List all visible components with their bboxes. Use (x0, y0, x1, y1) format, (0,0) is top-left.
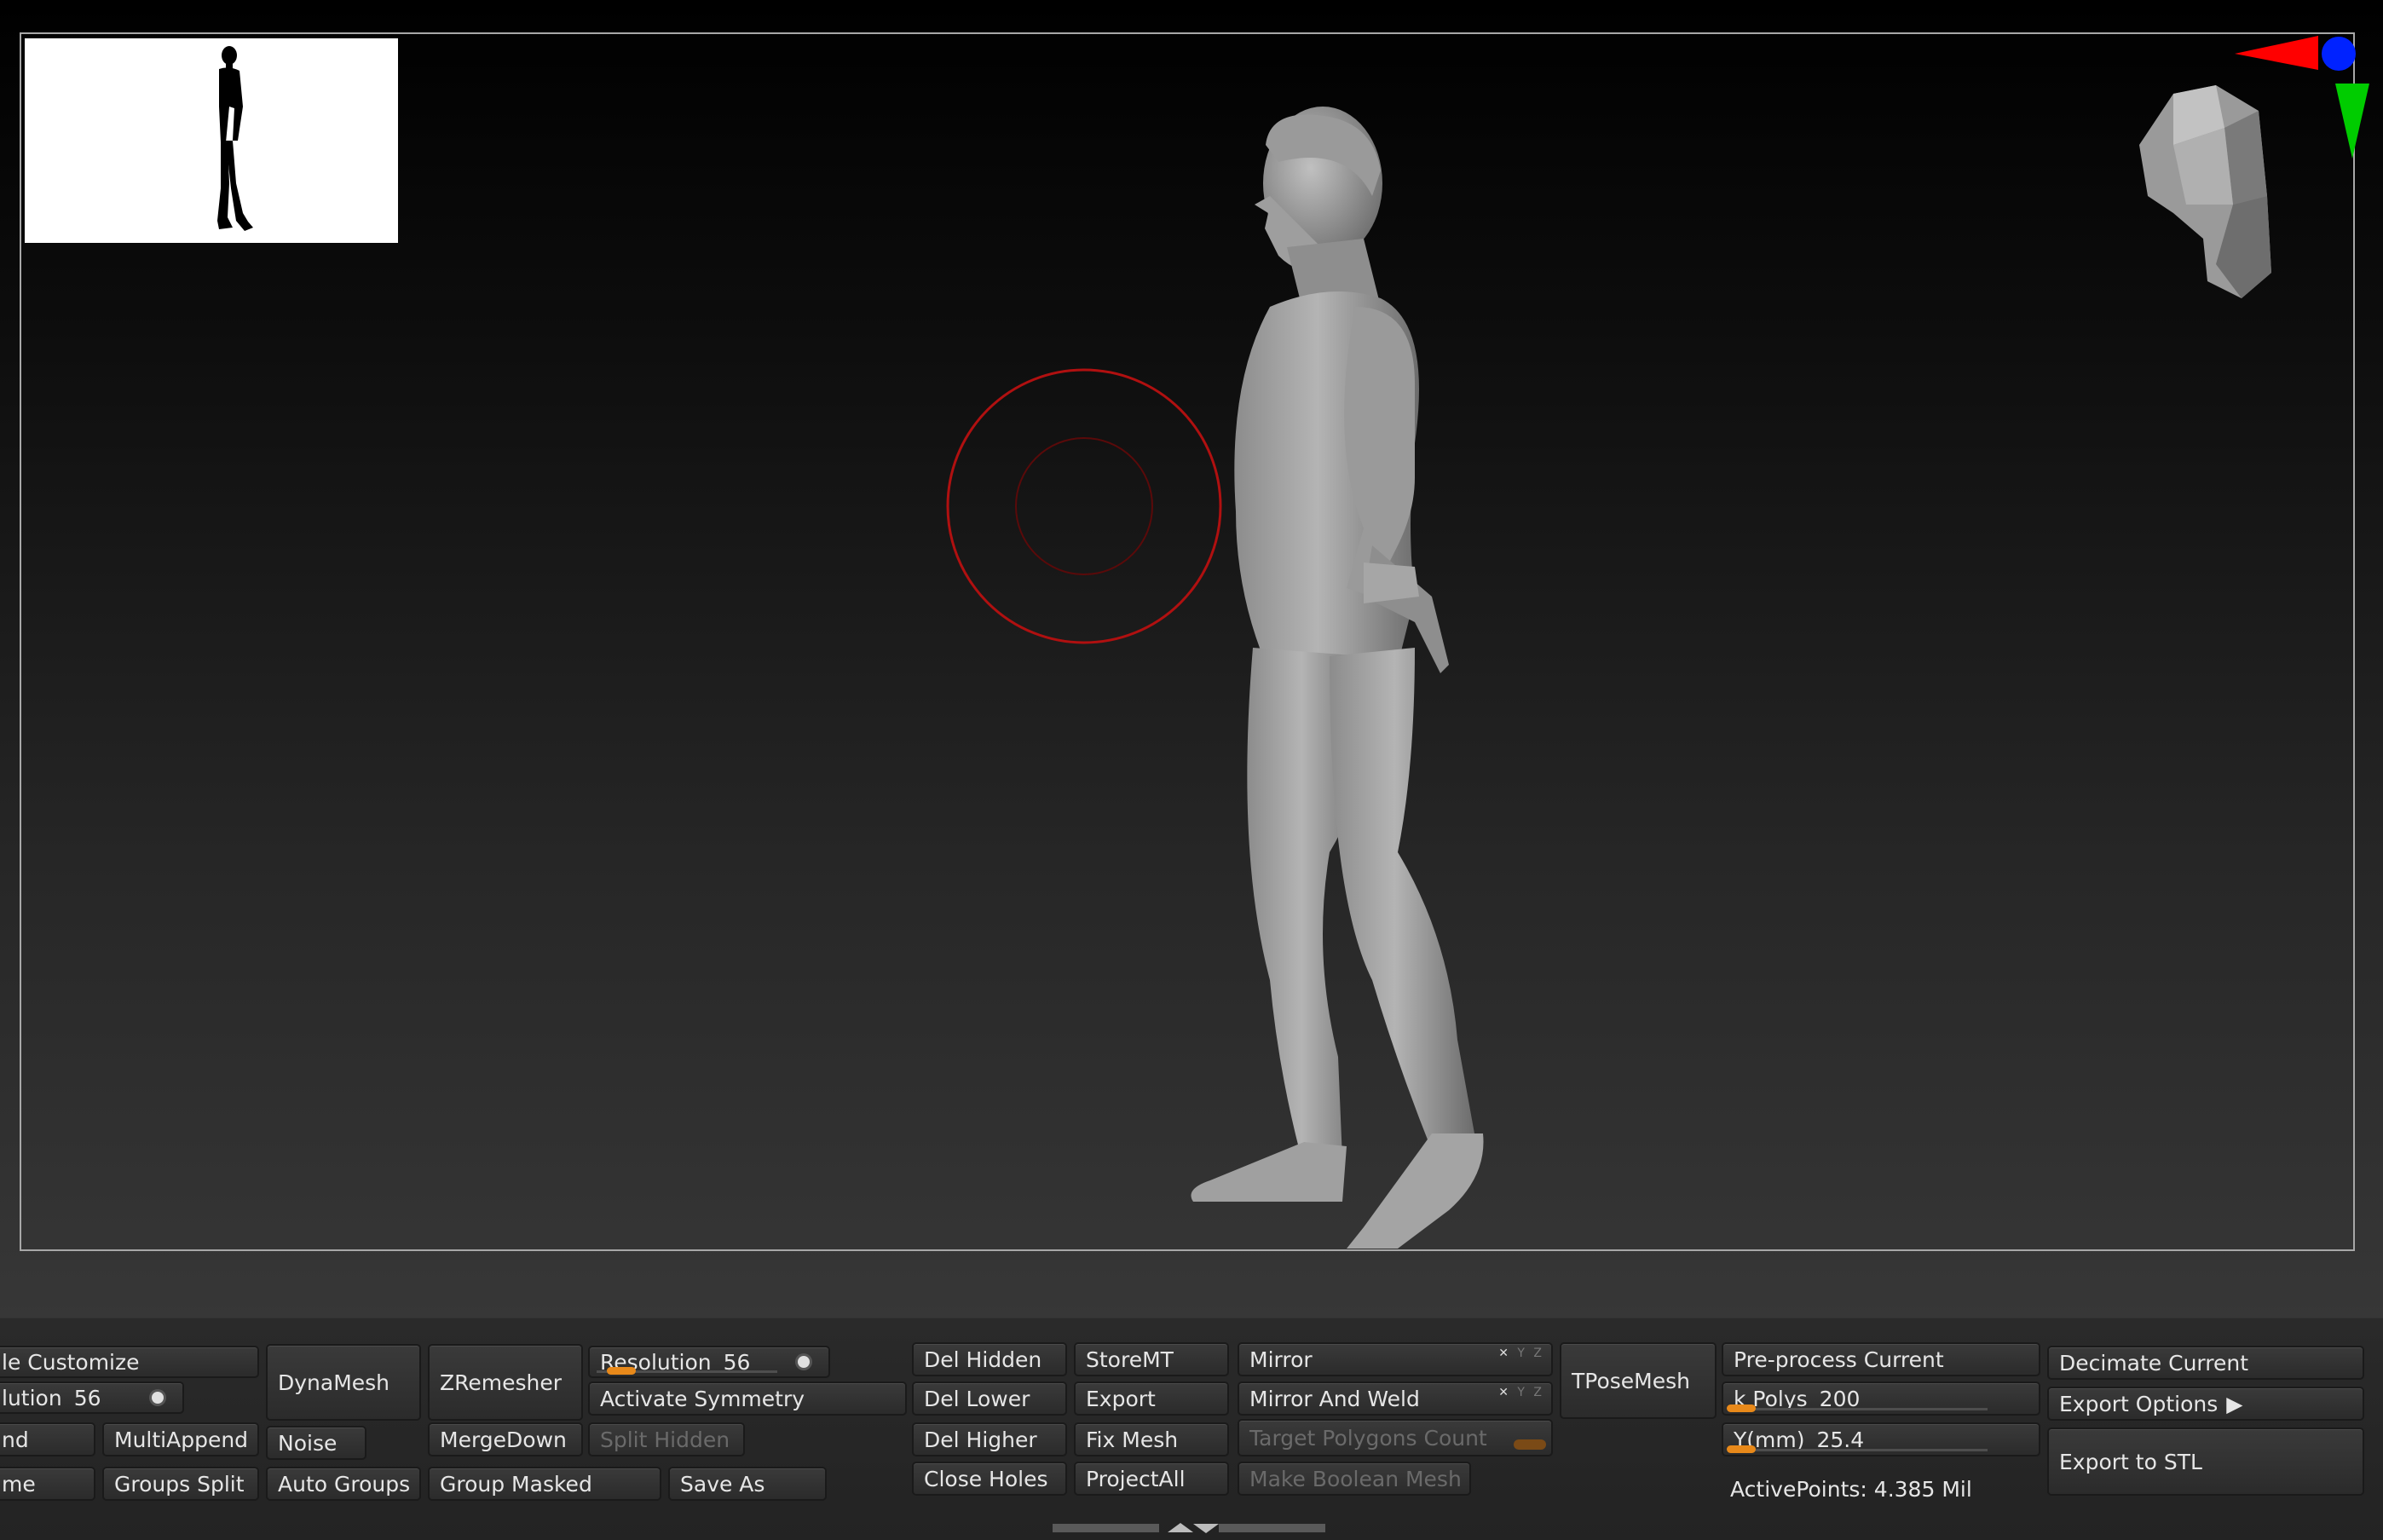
resolution-slider[interactable]: Resolution 56 (588, 1346, 830, 1378)
export-to-stl-button[interactable]: Export to STL (2047, 1428, 2364, 1496)
export-options-button[interactable]: Export Options ▶ (2047, 1387, 2364, 1421)
del-higher-button[interactable]: Del Higher (912, 1422, 1067, 1456)
del-lower-label: Del Lower (924, 1386, 1030, 1411)
preprocess-current-label: Pre-process Current (1734, 1347, 1944, 1372)
mergedown-label: MergeDown (440, 1427, 567, 1452)
resolution-left-value: 56 (73, 1385, 101, 1410)
active-points-readout: ActivePoints: 4.385 Mil (1730, 1477, 1972, 1502)
resolution-value: 56 (723, 1349, 751, 1375)
noise-label: Noise (278, 1430, 338, 1456)
mirror-label: Mirror (1249, 1347, 1313, 1372)
make-boolean-mesh-label: Make Boolean Mesh (1249, 1466, 1462, 1491)
multiappend-button[interactable]: MultiAppend (102, 1422, 259, 1456)
decimate-current-label: Decimate Current (2059, 1350, 2249, 1376)
export-to-stl-label: Export to STL (2059, 1449, 2202, 1474)
del-higher-label: Del Higher (924, 1427, 1037, 1452)
resolution-slider-left[interactable]: lution 56 (0, 1381, 184, 1414)
axis-xyz-icon: ✕ Y Z (1498, 1347, 1544, 1360)
tposemesh-button[interactable]: TPoseMesh (1560, 1342, 1717, 1419)
axis-xyz-icon: ✕ Y Z (1498, 1386, 1544, 1399)
export-label: Export (1086, 1386, 1156, 1411)
rename-label: me (2, 1471, 36, 1497)
close-holes-label: Close Holes (924, 1466, 1048, 1491)
storemt-label: StoreMT (1086, 1347, 1174, 1372)
triangle-right-icon: ▶ (2226, 1391, 2243, 1416)
activate-symmetry-button[interactable]: Activate Symmetry (588, 1381, 907, 1416)
mirror-button[interactable]: Mirror ✕ Y Z (1238, 1342, 1553, 1376)
resolution-fill (607, 1367, 636, 1375)
axis-arrows-icon[interactable] (2224, 26, 2378, 170)
ymm-track (1730, 1449, 1988, 1451)
kpolys-fill (1727, 1404, 1756, 1412)
slider-knob-icon (152, 1392, 164, 1404)
brush-cursor-icon (946, 368, 1222, 644)
kpolys-track (1730, 1408, 1988, 1410)
del-hidden-label: Del Hidden (924, 1347, 1042, 1372)
append-label: nd (2, 1427, 29, 1452)
auto-groups-button[interactable]: Auto Groups (266, 1467, 421, 1501)
auto-groups-label: Auto Groups (278, 1471, 411, 1497)
append-button[interactable]: nd (0, 1422, 95, 1456)
ymm-fill (1727, 1445, 1756, 1453)
target-polygons-knob (1514, 1439, 1546, 1450)
storemt-button[interactable]: StoreMT (1074, 1342, 1229, 1376)
decimate-current-button[interactable]: Decimate Current (2047, 1346, 2364, 1380)
export-button[interactable]: Export (1074, 1381, 1229, 1416)
tray-handle-icon[interactable] (1053, 1520, 1325, 1537)
dynamesh-button[interactable]: DynaMesh (266, 1344, 421, 1421)
target-polygons-count-slider[interactable]: Target Polygons Count (1238, 1419, 1553, 1456)
mirror-and-weld-button[interactable]: Mirror And Weld ✕ Y Z (1238, 1381, 1553, 1416)
canvas-viewport[interactable] (0, 0, 2383, 1318)
mirror-and-weld-label: Mirror And Weld (1249, 1386, 1420, 1411)
preprocess-current-button[interactable]: Pre-process Current (1722, 1342, 2040, 1376)
split-hidden-button[interactable]: Split Hidden (588, 1422, 745, 1456)
split-hidden-label: Split Hidden (600, 1427, 730, 1452)
customize-label: le Customize (2, 1349, 140, 1375)
target-polygons-count-label: Target Polygons Count (1249, 1425, 1487, 1451)
ymm-slider[interactable]: Y(mm) 25.4 (1722, 1422, 2040, 1456)
save-as-label: Save As (680, 1471, 765, 1497)
fix-mesh-button[interactable]: Fix Mesh (1074, 1422, 1229, 1456)
human-figure-model[interactable] (0, 0, 2383, 1318)
activate-symmetry-label: Activate Symmetry (600, 1386, 805, 1411)
groups-split-button[interactable]: Groups Split (102, 1467, 259, 1501)
rename-button[interactable]: me (0, 1467, 95, 1501)
noise-button[interactable]: Noise (266, 1426, 366, 1460)
fix-mesh-label: Fix Mesh (1086, 1427, 1179, 1452)
zremesher-label: ZRemesher (440, 1370, 563, 1395)
group-masked-label: Group Masked (440, 1471, 592, 1497)
zremesher-button[interactable]: ZRemesher (428, 1344, 583, 1421)
groups-split-label: Groups Split (114, 1471, 245, 1497)
tposemesh-label: TPoseMesh (1572, 1368, 1690, 1393)
save-as-button[interactable]: Save As (668, 1467, 827, 1501)
mergedown-button[interactable]: MergeDown (428, 1422, 583, 1456)
resolution-left-label: lution (2, 1385, 62, 1410)
projectall-label: ProjectAll (1086, 1466, 1186, 1491)
kpolys-slider[interactable]: k Polys 200 (1722, 1381, 2040, 1416)
dynamesh-label: DynaMesh (278, 1370, 390, 1395)
del-lower-button[interactable]: Del Lower (912, 1381, 1067, 1416)
close-holes-button[interactable]: Close Holes (912, 1462, 1067, 1496)
del-hidden-button[interactable]: Del Hidden (912, 1342, 1067, 1376)
group-masked-button[interactable]: Group Masked (428, 1467, 661, 1501)
projectall-button[interactable]: ProjectAll (1074, 1462, 1229, 1496)
ymm-value: 25.4 (1816, 1427, 1865, 1452)
bottom-tray: le Customize lution 56 nd me MultiAppend… (0, 1318, 2383, 1540)
export-options-label: Export Options (2059, 1391, 2219, 1416)
make-boolean-mesh-button[interactable]: Make Boolean Mesh (1238, 1462, 1471, 1496)
multiappend-label: MultiAppend (114, 1427, 249, 1452)
kpolys-value: 200 (1819, 1386, 1861, 1411)
slider-knob-icon (798, 1356, 810, 1368)
customize-button[interactable]: le Customize (0, 1346, 259, 1378)
